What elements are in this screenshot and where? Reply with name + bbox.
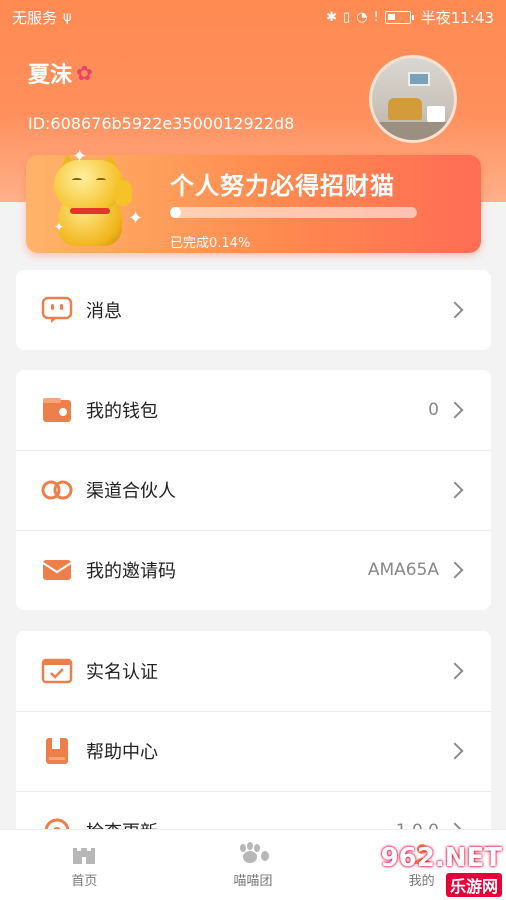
menu-item-label: 我的钱包 bbox=[86, 401, 158, 422]
invite-code-value: AMA65A bbox=[367, 560, 439, 580]
menu-item-label: 帮助中心 bbox=[86, 742, 158, 763]
clock-text: 半夜11:43 bbox=[420, 8, 494, 27]
chevron-right-icon bbox=[446, 481, 464, 499]
lucky-cat-icon: ✦ ✦ ✦ bbox=[40, 146, 144, 250]
avatar-picture-frame bbox=[408, 72, 430, 86]
castle-icon bbox=[71, 842, 97, 864]
chevron-right-icon bbox=[446, 662, 464, 680]
link-icon bbox=[40, 473, 74, 507]
avatar-table bbox=[427, 106, 445, 122]
user-name: 夏沫 ✿ bbox=[28, 57, 93, 89]
menu-item-invite-code[interactable]: 我的邀请码 AMA65A bbox=[16, 530, 491, 610]
progress-text: 已完成0.14% bbox=[170, 236, 251, 251]
book-icon bbox=[40, 734, 74, 768]
tab-label: 喵喵团 bbox=[233, 873, 273, 889]
menu-item-help-center[interactable]: 帮助中心 bbox=[16, 711, 491, 791]
carrier-text: 无服务 bbox=[12, 8, 58, 27]
envelope-icon bbox=[40, 553, 74, 587]
usb-icon: ψ bbox=[63, 9, 72, 25]
menu-item-real-name-auth[interactable]: 实名认证 bbox=[16, 631, 491, 711]
site-watermark: 962.NET 乐游网 bbox=[366, 843, 502, 897]
alert-icon: ! bbox=[373, 9, 379, 25]
user-id: ID:608676b5922e3500012922d8 bbox=[28, 114, 295, 133]
avatar-floor bbox=[372, 122, 454, 140]
sparkle-icon: ✦ bbox=[72, 146, 88, 167]
tab-label: 首页 bbox=[71, 873, 98, 889]
progress-bar bbox=[170, 207, 417, 218]
bluetooth-icon: ✱ bbox=[326, 9, 338, 25]
banner-title: 个人努力必得招财猫 bbox=[170, 172, 395, 200]
menu-item-label: 渠道合伙人 bbox=[86, 481, 176, 502]
vibrate-icon: ▯ bbox=[343, 9, 351, 25]
id-check-icon bbox=[40, 654, 74, 688]
paw-icon bbox=[235, 841, 271, 864]
tab-meow-group[interactable]: 喵喵团 bbox=[169, 830, 338, 900]
avatar[interactable] bbox=[369, 55, 457, 143]
menu-item-wallet[interactable]: 我的钱包 0 bbox=[16, 370, 491, 450]
chevron-right-icon bbox=[446, 301, 464, 319]
tab-home[interactable]: 首页 bbox=[0, 830, 169, 900]
watermark-site-name: 乐游网 bbox=[445, 873, 502, 897]
wallet-icon bbox=[40, 393, 74, 427]
battery-icon bbox=[384, 10, 414, 24]
user-name-text: 夏沫 bbox=[28, 63, 73, 88]
menu-item-label: 消息 bbox=[86, 301, 122, 322]
progress-bar-fill bbox=[170, 207, 181, 218]
status-bar: 无服务 ψ ✱ ▯ ◔ ! 半夜11:43 bbox=[0, 0, 506, 34]
menu-item-label: 实名认证 bbox=[86, 662, 158, 683]
message-icon bbox=[40, 293, 74, 327]
menu-item-messages[interactable]: 消息 bbox=[16, 270, 491, 350]
menu-item-label: 我的邀请码 bbox=[86, 561, 176, 582]
watermark-logo-text: 962.NET bbox=[380, 843, 502, 873]
menu-card-account: 我的钱包 0 渠道合伙人 我的邀请码 AMA65A bbox=[16, 370, 491, 610]
wallet-balance: 0 bbox=[428, 400, 439, 420]
chevron-right-icon bbox=[446, 742, 464, 760]
sparkle-icon: ✦ bbox=[54, 220, 65, 234]
chevron-right-icon bbox=[446, 561, 464, 579]
menu-card-messages: 消息 bbox=[16, 270, 491, 350]
menu-item-channel-partner[interactable]: 渠道合伙人 bbox=[16, 450, 491, 530]
flower-icon: ✿ bbox=[76, 61, 93, 85]
avatar-chair bbox=[388, 98, 422, 120]
sparkle-icon: ✦ bbox=[128, 208, 144, 229]
chevron-right-icon bbox=[446, 401, 464, 419]
wifi-icon: ◔ bbox=[356, 9, 368, 25]
